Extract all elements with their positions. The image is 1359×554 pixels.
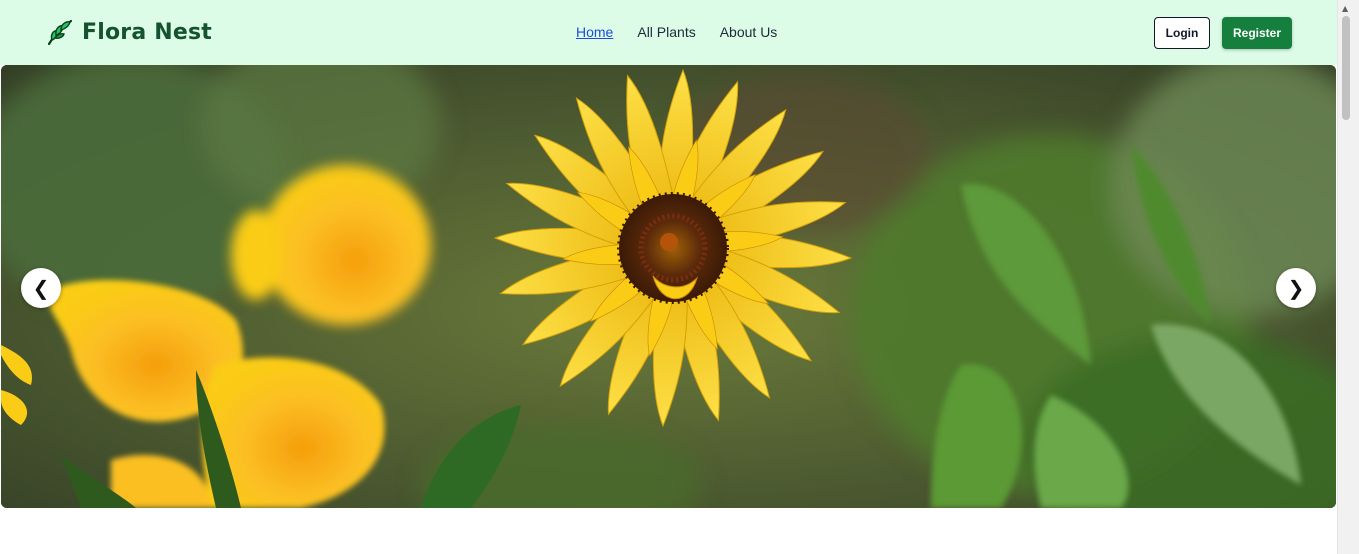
main-nav: Home All Plants About Us bbox=[576, 24, 777, 40]
hero-carousel: ❮ ❯ bbox=[1, 65, 1336, 508]
login-button[interactable]: Login bbox=[1154, 17, 1210, 49]
nav-link-home[interactable]: Home bbox=[576, 24, 613, 40]
carousel-next-button[interactable]: ❯ bbox=[1276, 268, 1316, 308]
auth-buttons: Login Register bbox=[1154, 17, 1292, 49]
site-header: Flora Nest Home All Plants About Us Logi… bbox=[0, 0, 1337, 65]
hero-slide-image bbox=[1, 65, 1336, 508]
page: Flora Nest Home All Plants About Us Logi… bbox=[0, 0, 1359, 554]
brand-logo[interactable]: Flora Nest bbox=[46, 18, 212, 46]
nav-link-all-plants[interactable]: All Plants bbox=[637, 24, 695, 40]
register-button[interactable]: Register bbox=[1222, 17, 1292, 49]
leaf-icon bbox=[46, 18, 74, 46]
scrollbar-thumb[interactable] bbox=[1342, 16, 1350, 120]
nav-link-about-us[interactable]: About Us bbox=[720, 24, 778, 40]
page-scrollbar[interactable]: ▲ bbox=[1337, 0, 1359, 554]
scroll-up-arrow-icon[interactable]: ▲ bbox=[1342, 4, 1348, 13]
brand-name: Flora Nest bbox=[82, 19, 212, 45]
carousel-prev-button[interactable]: ❮ bbox=[21, 268, 61, 308]
